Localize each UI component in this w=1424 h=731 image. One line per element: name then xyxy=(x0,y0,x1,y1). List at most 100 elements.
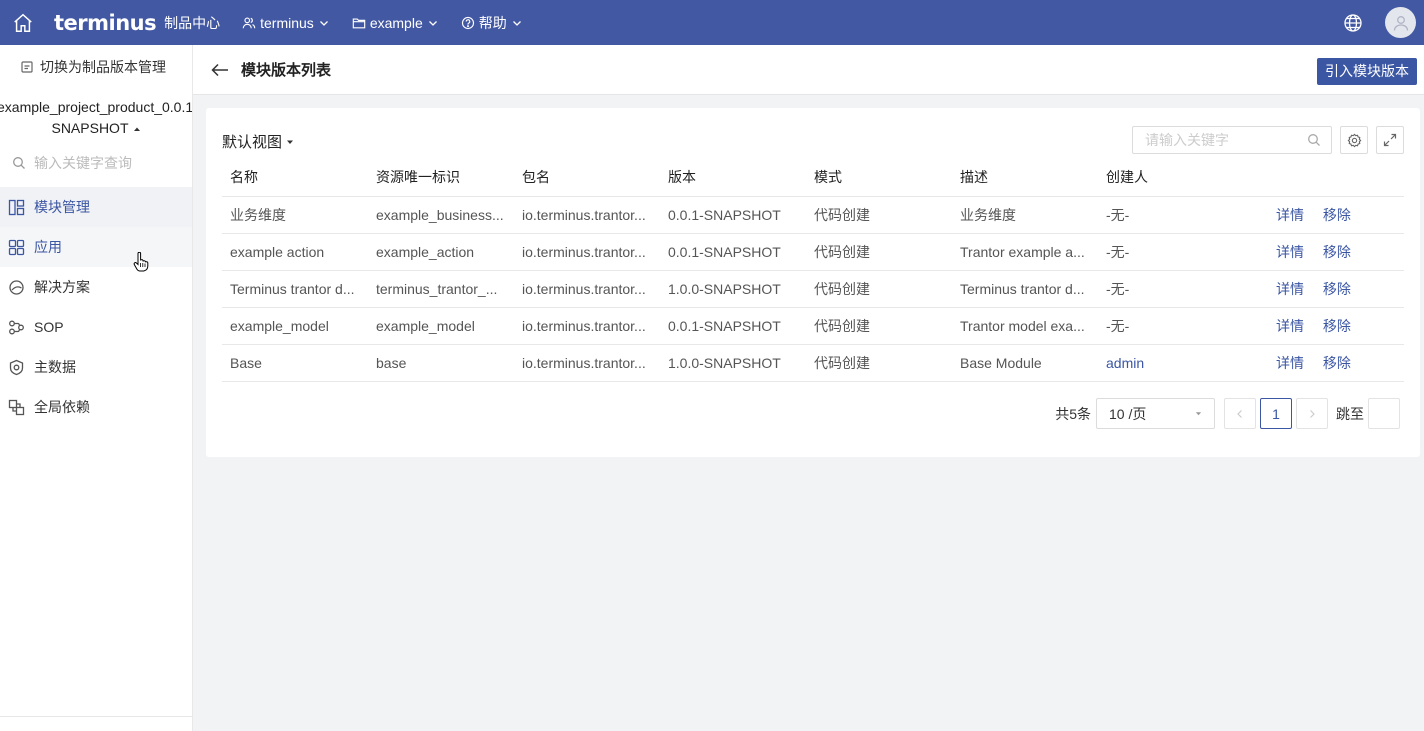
page-header: 模块版本列表 引入模块版本 xyxy=(193,45,1424,95)
sidebar-item-solution[interactable]: 解决方案 xyxy=(0,267,192,307)
table-row: example_model example_model io.terminus.… xyxy=(222,307,1404,345)
sidebar-item-master-data[interactable]: 主数据 xyxy=(0,347,192,387)
home-icon[interactable] xyxy=(6,0,40,45)
cell-version: 0.0.1-SNAPSHOT xyxy=(660,233,806,271)
user-icon xyxy=(1393,15,1408,31)
module-version-table: 名称 资源唯一标识 包名 版本 模式 描述 创建人 业务维度 example_b… xyxy=(222,159,1404,382)
nav-help-label: 帮助 xyxy=(478,14,507,31)
pagination: 共5条 10 /页 1 跳至 xyxy=(1055,398,1400,429)
table-row: example action example_action io.terminu… xyxy=(222,233,1404,271)
sidebar-item-module-management[interactable]: 模块管理 xyxy=(0,187,192,227)
cell-creator: -无- xyxy=(1098,196,1244,234)
product-center-label[interactable]: 制品中心 xyxy=(164,13,220,33)
cell-actions: 详情 移除 xyxy=(1244,270,1404,308)
column-header[interactable]: 创建人 xyxy=(1098,159,1244,197)
table-row: Terminus trantor d... terminus_trantor_.… xyxy=(222,270,1404,308)
nav-help-dropdown[interactable]: 帮助 xyxy=(461,13,523,33)
detail-link[interactable]: 详情 xyxy=(1276,242,1304,262)
user-avatar[interactable] xyxy=(1385,7,1416,38)
cell-creator: -无- xyxy=(1098,307,1244,345)
detail-link[interactable]: 详情 xyxy=(1276,205,1304,225)
column-header[interactable]: 包名 xyxy=(514,159,660,197)
page-button-current[interactable]: 1 xyxy=(1260,398,1292,429)
view-label: 默认视图 xyxy=(222,134,283,151)
page-size-select[interactable]: 10 /页 xyxy=(1096,398,1215,429)
sidebar-item-global-dependency[interactable]: 全局依赖 xyxy=(0,387,192,427)
globe-icon[interactable] xyxy=(1343,13,1363,33)
cell-mode: 代码创建 xyxy=(806,307,952,345)
settings-button[interactable] xyxy=(1340,126,1368,154)
prev-page-button[interactable] xyxy=(1224,398,1256,429)
cell-mode: 代码创建 xyxy=(806,196,952,234)
cell-name: 业务维度 xyxy=(222,196,368,234)
search-icon xyxy=(13,157,25,169)
back-arrow-icon[interactable] xyxy=(211,63,231,77)
remove-link[interactable]: 移除 xyxy=(1323,205,1351,225)
switch-version-mode-button[interactable]: 切换为制品版本管理 xyxy=(0,45,192,89)
sidebar-item-label: 模块管理 xyxy=(34,199,90,215)
cell-package: io.terminus.trantor... xyxy=(514,344,660,382)
nav-user-dropdown[interactable]: terminus xyxy=(242,15,330,31)
detail-link[interactable]: 详情 xyxy=(1276,316,1304,336)
chevron-left-icon xyxy=(1237,409,1242,418)
sidebar-search-input[interactable]: 输入关键字查询 xyxy=(0,143,192,183)
sidebar: 切换为制品版本管理 example_project_product_0.0.1-… xyxy=(0,45,193,731)
cell-package: io.terminus.trantor... xyxy=(514,196,660,234)
switch-label: 切换为制品版本管理 xyxy=(40,59,166,75)
cell-creator-link[interactable]: admin xyxy=(1098,344,1244,382)
nav-project-dropdown[interactable]: example xyxy=(352,15,439,31)
view-selector[interactable]: 默认视图 xyxy=(222,131,294,152)
jump-label: 跳至 xyxy=(1336,405,1364,422)
fullscreen-button[interactable] xyxy=(1376,126,1404,154)
column-header[interactable]: 模式 xyxy=(806,159,952,197)
cell-creator: -无- xyxy=(1098,270,1244,308)
expand-icon xyxy=(1383,133,1397,147)
next-page-button[interactable] xyxy=(1296,398,1328,429)
column-header[interactable]: 资源唯一标识 xyxy=(368,159,514,197)
project-name-line2: SNAPSHOT xyxy=(51,120,129,136)
dependency-icon xyxy=(8,399,25,415)
chevron-down-icon xyxy=(319,20,328,26)
user-group-icon xyxy=(242,17,256,28)
cell-version: 0.0.1-SNAPSHOT xyxy=(660,307,806,345)
detail-link[interactable]: 详情 xyxy=(1276,279,1304,299)
search-icon[interactable] xyxy=(1307,133,1321,147)
cell-key: example_model xyxy=(368,307,514,345)
keyword-search-input[interactable]: 请输入关键字 xyxy=(1132,126,1332,154)
chevron-right-icon xyxy=(1310,409,1315,418)
remove-link[interactable]: 移除 xyxy=(1323,242,1351,262)
cell-mode: 代码创建 xyxy=(806,233,952,271)
detail-link[interactable]: 详情 xyxy=(1276,353,1304,373)
sidebar-item-sop[interactable]: SOP xyxy=(0,307,192,347)
cell-key: base xyxy=(368,344,514,382)
cell-actions: 详情 移除 xyxy=(1244,196,1404,234)
brand-logo[interactable]: terminus xyxy=(54,11,157,35)
project-selector[interactable]: example_project_product_0.0.1- SNAPSHOT xyxy=(0,89,192,139)
sidebar-menu: 模块管理 应用 解决方案 SOP 主数据 全局依赖 xyxy=(0,187,192,427)
total-count: 共5条 xyxy=(1055,405,1091,422)
cell-package: io.terminus.trantor... xyxy=(514,307,660,345)
cell-version: 1.0.0-SNAPSHOT xyxy=(660,270,806,308)
cell-version: 1.0.0-SNAPSHOT xyxy=(660,344,806,382)
module-version-card: 默认视图 请输入关键字 名称 资源唯一标识 包名 版本 模式 描述 创建人 业务… xyxy=(206,108,1420,457)
remove-link[interactable]: 移除 xyxy=(1323,316,1351,336)
project-name-line1: example_project_product_0.0.1- xyxy=(0,99,192,115)
import-module-version-button[interactable]: 引入模块版本 xyxy=(1317,58,1417,85)
cell-desc: Terminus trantor d... xyxy=(952,270,1098,308)
cell-package: io.terminus.trantor... xyxy=(514,233,660,271)
jump-page-input[interactable] xyxy=(1368,398,1400,429)
top-navigation-bar: terminus 制品中心 terminus example 帮助 xyxy=(0,0,1424,45)
column-header[interactable]: 版本 xyxy=(660,159,806,197)
column-header[interactable]: 描述 xyxy=(952,159,1098,197)
column-header[interactable]: 名称 xyxy=(222,159,368,197)
cell-name: example action xyxy=(222,233,368,271)
remove-link[interactable]: 移除 xyxy=(1323,279,1351,299)
cell-mode: 代码创建 xyxy=(806,270,952,308)
cell-actions: 详情 移除 xyxy=(1244,344,1404,382)
sidebar-item-application[interactable]: 应用 xyxy=(0,227,192,267)
remove-link[interactable]: 移除 xyxy=(1323,353,1351,373)
table-header-row: 名称 资源唯一标识 包名 版本 模式 描述 创建人 xyxy=(222,159,1404,197)
cell-desc: Trantor model exa... xyxy=(952,307,1098,345)
caret-up-icon xyxy=(133,127,140,131)
chevron-down-icon xyxy=(428,20,437,26)
